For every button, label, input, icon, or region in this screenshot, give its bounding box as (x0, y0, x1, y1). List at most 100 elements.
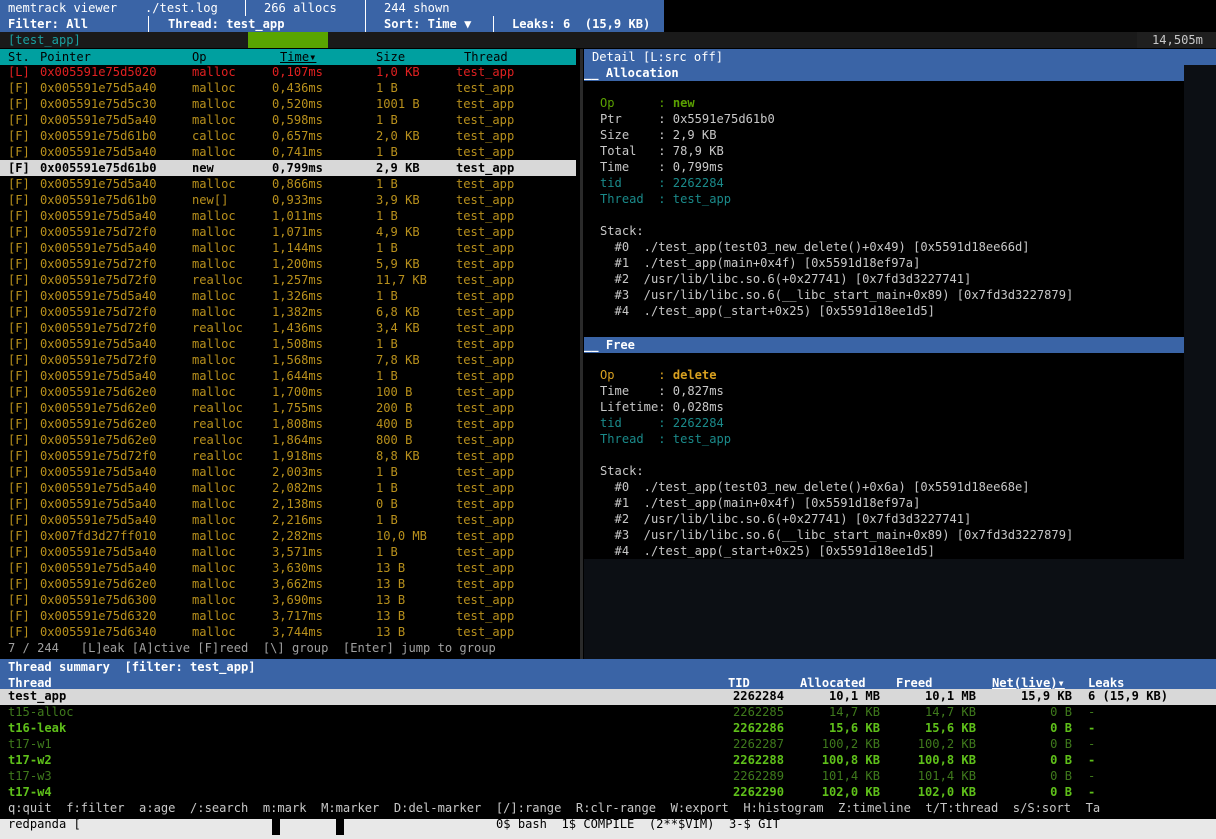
alloc-row[interactable]: [F] 0x005591e75d5a40 malloc 1,508ms 1 B test_… (0, 336, 576, 352)
alloc-row[interactable]: [F] 0x005591e75d62e0 realloc 1,864ms 800 B te… (0, 432, 576, 448)
alloc-row[interactable]: [F] 0x005591e75d62e0 malloc 3,662ms 13 B test… (0, 576, 576, 592)
alloc-cell-thread: test_app (456, 433, 515, 447)
alloc-row[interactable]: [F] 0x005591e75d5c30 malloc 0,520ms 1001 B te… (0, 96, 576, 112)
thread-cell-net: 15,9 KB (1021, 689, 1072, 703)
col-pointer[interactable]: Pointer (40, 49, 91, 65)
alloc-cell-time: 1,644ms (272, 369, 323, 383)
alloc-row[interactable]: [F] 0x005591e75d5a40 malloc 1,144ms 1 B test_… (0, 240, 576, 256)
detail-title: Detail [L:src off] (592, 50, 724, 64)
alloc-row[interactable]: [F] 0x005591e75d5a40 malloc 0,436ms 1 B test_… (0, 80, 576, 96)
alloc-cell-op: malloc (192, 385, 236, 399)
alloc-row[interactable]: [F] 0x005591e75d6320 malloc 3,717ms 13 B test… (0, 608, 576, 624)
alloc-row[interactable]: [F] 0x005591e75d72f0 realloc 1,918ms 8,8 KB t… (0, 448, 576, 464)
window-list[interactable]: 0$ bash 1$ COMPILE (2**$VIM) 3-$ GIT (496, 816, 780, 832)
keybindings-bar: q:quit f:filter a:age /:search m:mark M:… (8, 801, 1101, 815)
alloc-cell-op: malloc (192, 529, 236, 543)
thread-row[interactable]: test_app 2262284 10,1 MB 10,1 MB 15,9 KB 6 (1… (0, 688, 1216, 704)
thread-cell-freed: 10,1 MB (925, 689, 976, 703)
alloc-row[interactable]: [F] 0x005591e75d5a40 malloc 2,216ms 1 B test_… (0, 512, 576, 528)
thread-cell-allocated: 102,0 KB (821, 785, 880, 799)
alloc-cell-st: [F] (8, 177, 30, 191)
alloc-cell-size: 1 B (376, 145, 398, 159)
alloc-row[interactable]: [F] 0x005591e75d61b0 calloc 0,657ms 2,0 KB te… (0, 128, 576, 144)
alloc-cell-time: 1,200ms (272, 257, 323, 271)
alloc-row[interactable]: [F] 0x005591e75d5a40 malloc 1,011ms 1 B test_… (0, 208, 576, 224)
alloc-cell-st: [F] (8, 257, 30, 271)
alloc-row[interactable]: [F] 0x005591e75d61b0 new 0,799ms 2,9 KB test_… (0, 160, 576, 176)
filter-label[interactable]: Filter: All (8, 16, 88, 32)
alloc-row[interactable]: [F] 0x005591e75d72f0 malloc 1,568ms 7,8 KB te… (0, 352, 576, 368)
alloc-row[interactable]: [F] 0x005591e75d5a40 malloc 0,741ms 1 B test_… (0, 144, 576, 160)
alloc-cell-st: [F] (8, 513, 30, 527)
alloc-row[interactable]: [F] 0x005591e75d62e0 realloc 1,755ms 200 B te… (0, 400, 576, 416)
alloc-cell-op: malloc (192, 561, 236, 575)
alloc-row[interactable]: [F] 0x005591e75d5a40 malloc 3,630ms 13 B test… (0, 560, 576, 576)
alloc-cell-size: 1 B (376, 81, 398, 95)
stack-frame: #0 ./test_app(test03_new_delete()+0x49) … (600, 240, 1030, 254)
alloc-row[interactable]: [F] 0x005591e75d5a40 malloc 2,003ms 1 B test_… (0, 464, 576, 480)
alloc-row[interactable]: [F] 0x005591e75d5a40 malloc 0,598ms 1 B test_… (0, 112, 576, 128)
alloc-row[interactable]: [F] 0x007fd3d27ff010 malloc 2,282ms 10,0 MB t… (0, 528, 576, 544)
alloc-cell-size: 1 B (376, 241, 398, 255)
alloc-cell-st: [F] (8, 113, 30, 127)
alloc-row[interactable]: [F] 0x005591e75d5a40 malloc 0,866ms 1 B test_… (0, 176, 576, 192)
free-header: __ Free (584, 337, 1184, 353)
alloc-op: Op : new (600, 96, 695, 110)
alloc-row[interactable]: [L] 0x005591e75d5020 malloc 0,107ms 1,0 KB te… (0, 64, 576, 80)
col-thread[interactable]: Thread (464, 49, 508, 65)
col-status[interactable]: St. (8, 49, 30, 65)
thread-filter[interactable]: Thread: test_app (168, 16, 285, 32)
thread-summary-title: Thread summary [filter: test_app] (8, 660, 256, 674)
alloc-cell-time: 3,571ms (272, 545, 323, 559)
alloc-cell-ptr: 0x005591e75d62e0 (40, 577, 157, 591)
alloc-row[interactable]: [F] 0x005591e75d72f0 realloc 1,436ms 3,4 KB t… (0, 320, 576, 336)
alloc-row[interactable]: [F] 0x005591e75d62e0 realloc 1,808ms 400 B te… (0, 416, 576, 432)
group-label[interactable]: [test_app] (8, 32, 81, 48)
alloc-cell-size: 13 B (376, 561, 406, 575)
thread-row[interactable]: t17-w2 2262288 100,8 KB 100,8 KB 0 B - (0, 752, 1216, 768)
alloc-row[interactable]: [F] 0x005591e75d5a40 malloc 2,138ms 0 B test_… (0, 496, 576, 512)
alloc-row[interactable]: [F] 0x005591e75d5a40 malloc 3,571ms 1 B test_… (0, 544, 576, 560)
alloc-row[interactable]: [F] 0x005591e75d62e0 malloc 1,700ms 100 B tes… (0, 384, 576, 400)
alloc-cell-ptr: 0x005591e75d6340 (40, 625, 157, 639)
alloc-cell-size: 1 B (376, 337, 398, 351)
alloc-row[interactable]: [F] 0x005591e75d6300 malloc 3,690ms 13 B test… (0, 592, 576, 608)
col-op[interactable]: Op (192, 49, 207, 65)
thread-row[interactable]: t16-leak 2262286 15,6 KB 15,6 KB 0 B - (0, 720, 1216, 736)
alloc-row[interactable]: [F] 0x005591e75d72f0 realloc 1,257ms 11,7 KB… (0, 272, 576, 288)
col-size[interactable]: Size (376, 49, 405, 65)
alloc-cell-thread: test_app (456, 257, 515, 271)
alloc-row[interactable]: [F] 0x005591e75d6340 malloc 3,744ms 13 B test… (0, 624, 576, 640)
alloc-cell-size: 13 B (376, 609, 406, 623)
thread-cell-allocated: 101,4 KB (821, 769, 880, 783)
alloc-cell-st: [F] (8, 529, 30, 543)
alloc-cell-size: 1 B (376, 289, 398, 303)
pane-divider[interactable] (580, 49, 583, 659)
thread-cell-allocated: 100,2 KB (821, 737, 880, 751)
stack-frame: #1 ./test_app(main+0x4f) [0x5591d18ef97a… (600, 496, 921, 510)
alloc-row[interactable]: [F] 0x005591e75d5a40 malloc 2,082ms 1 B test_… (0, 480, 576, 496)
alloc-row[interactable]: [F] 0x005591e75d61b0 new[] 0,933ms 3,9 KB tes… (0, 192, 576, 208)
alloc-cell-time: 1,011ms (272, 209, 323, 223)
alloc-row[interactable]: [F] 0x005591e75d5a40 malloc 1,644ms 1 B test_… (0, 368, 576, 384)
divider (365, 0, 366, 16)
alloc-cell-op: malloc (192, 177, 236, 191)
thread-cell-net: 0 B (1050, 737, 1072, 751)
alloc-cell-thread: test_app (456, 481, 515, 495)
thread-row[interactable]: t17-w4 2262290 102,0 KB 102,0 KB 0 B - (0, 784, 1216, 800)
alloc-row[interactable]: [F] 0x005591e75d5a40 malloc 1,326ms 1 B test_… (0, 288, 576, 304)
alloc-cell-ptr: 0x005591e75d5a40 (40, 481, 157, 495)
alloc-cell-ptr: 0x005591e75d62e0 (40, 385, 157, 399)
thread-row[interactable]: t17-w3 2262289 101,4 KB 101,4 KB 0 B - (0, 768, 1216, 784)
alloc-cell-ptr: 0x005591e75d6300 (40, 593, 157, 607)
sort-label[interactable]: Sort: Time ▼ (384, 16, 471, 32)
alloc-row[interactable]: [F] 0x005591e75d72f0 malloc 1,382ms 6,8 KB te… (0, 304, 576, 320)
thread-row[interactable]: t17-w1 2262287 100,2 KB 100,2 KB 0 B - (0, 736, 1216, 752)
alloc-row[interactable]: [F] 0x005591e75d72f0 malloc 1,200ms 5,9 KB te… (0, 256, 576, 272)
alloc-cell-op: malloc (192, 593, 236, 607)
thread-cell-tid: 2262288 (733, 753, 784, 767)
thread-row[interactable]: t15-alloc 2262285 14,7 KB 14,7 KB 0 B - (0, 704, 1216, 720)
alloc-row[interactable]: [F] 0x005591e75d72f0 malloc 1,071ms 4,9 KB te… (0, 224, 576, 240)
alloc-cell-size: 2,9 KB (376, 161, 420, 175)
col-time[interactable]: Time▾ (280, 49, 316, 65)
